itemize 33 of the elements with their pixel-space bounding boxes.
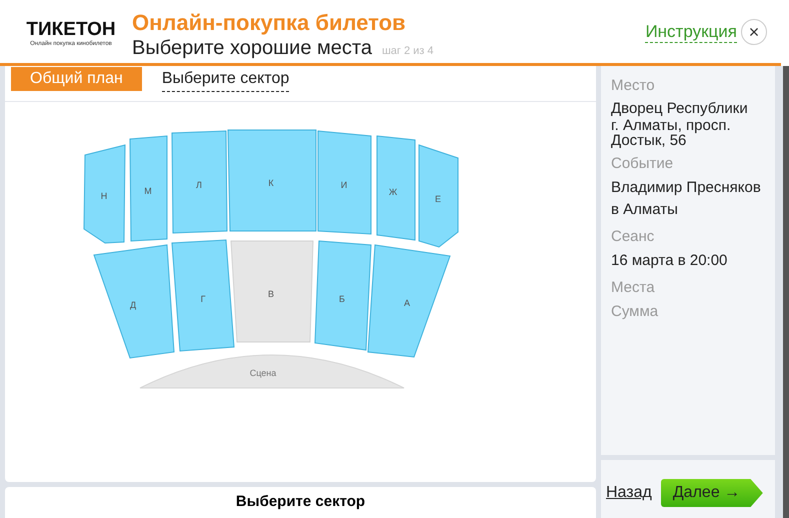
info-label: Место xyxy=(611,77,656,94)
help-link[interactable]: Инструкция xyxy=(645,22,737,43)
venue-address: г. Алматы, просп. Достык, 56 xyxy=(611,118,732,148)
info-label: Сумма xyxy=(611,303,660,320)
seat-sector[interactable]: Д xyxy=(93,244,175,359)
page-subtitle: Выберите хорошие места xyxy=(132,36,372,60)
section-heading: Выберите сектор xyxy=(5,487,596,518)
seat-sector[interactable]: М xyxy=(130,135,168,242)
seat-sector[interactable]: Ж xyxy=(376,135,416,241)
seat-sector[interactable]: И xyxy=(318,130,372,235)
next-button[interactable]: Далее → xyxy=(660,479,763,507)
seat-sector[interactable]: Г xyxy=(171,239,235,352)
seat-sector[interactable]: Е xyxy=(418,144,458,248)
info-value: 16 марта в 20:00 xyxy=(611,251,728,271)
logo: ТИКЕТОН xyxy=(26,19,116,40)
step-indicator: шаг 2 из 4 xyxy=(382,45,434,57)
stage: Сцена xyxy=(140,354,404,388)
back-link[interactable]: Назад xyxy=(606,484,652,502)
seat-sector[interactable]: К xyxy=(228,130,316,232)
info-label: Сеанс xyxy=(611,228,656,245)
page-title: Онлайн-покупка билетов xyxy=(132,10,407,36)
close-button[interactable]: × xyxy=(741,19,767,45)
seat-sector[interactable]: Н xyxy=(84,144,126,244)
seat-sector[interactable]: Л xyxy=(172,130,228,234)
info-value: Дворец Республики xyxy=(611,99,749,118)
info-label: Места xyxy=(611,279,656,296)
tab[interactable]: Выберите сектор xyxy=(162,67,290,92)
info-value: Владимир Пресняков в Алматы xyxy=(611,178,762,220)
seat-sector[interactable]: А xyxy=(367,244,451,358)
seat-sector: В xyxy=(230,240,314,342)
info-label: Событие xyxy=(611,155,674,172)
tab[interactable]: Общий план xyxy=(11,67,142,91)
seat-sector[interactable]: Б xyxy=(314,240,372,351)
